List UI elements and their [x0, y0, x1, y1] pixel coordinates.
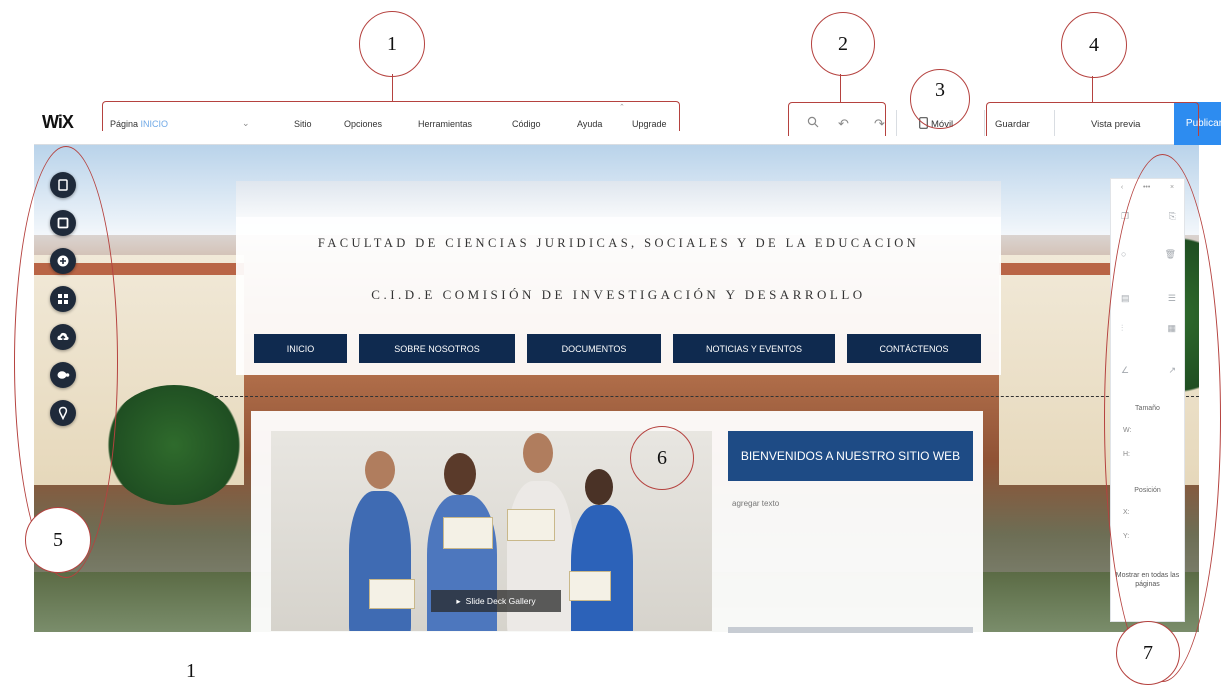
photo-head [444, 453, 476, 495]
nav-inicio[interactable]: INICIO [254, 334, 347, 363]
photo-certificate [443, 517, 493, 549]
photo-person [571, 505, 633, 631]
divider [984, 110, 985, 136]
callout-6: 6 [630, 426, 694, 490]
gallery-label-text: Slide Deck Gallery [465, 596, 536, 606]
site-nav-menu: INICIO SOBRE NOSOTROS DOCUMENTOS NOTICIA… [254, 334, 981, 363]
annotation-oval [1104, 154, 1221, 682]
callout-7: 7 [1116, 621, 1180, 685]
callout-2: 2 [811, 12, 875, 76]
photo-certificate [507, 509, 555, 541]
add-text-placeholder[interactable]: agregar texto [732, 499, 779, 508]
site-title[interactable]: FACULTAD DE CIENCIAS JURIDICAS, SOCIALES… [236, 235, 1001, 251]
header-guideline[interactable] [215, 396, 1199, 397]
gallery-icon: ▸ [456, 595, 461, 606]
content-section[interactable]: ▸ Slide Deck Gallery BIENVENIDOS A NUEST… [251, 411, 983, 633]
annotation-bracket [788, 102, 886, 136]
nav-documentos[interactable]: DOCUMENTOS [527, 334, 661, 363]
background-tree [104, 385, 244, 505]
divider [896, 110, 897, 136]
nav-contactenos[interactable]: CONTÁCTENOS [847, 334, 981, 363]
annotation-bracket [986, 102, 1199, 136]
welcome-heading[interactable]: BIENVENIDOS A NUESTRO SITIO WEB [728, 431, 973, 481]
callout-5: 5 [25, 507, 91, 573]
annotation-stem [392, 74, 393, 102]
photo-head [523, 433, 553, 473]
site-header[interactable]: FACULTAD DE CIENCIAS JURIDICAS, SOCIALES… [236, 181, 1001, 375]
callout-1: 1 [359, 11, 425, 77]
nav-noticias-y-eventos[interactable]: NOTICIAS Y EVENTOS [673, 334, 835, 363]
callout-3: 3 [910, 69, 970, 129]
annotation-bracket [102, 101, 680, 131]
wix-logo: WiX [42, 112, 74, 132]
photo-certificate [369, 579, 415, 609]
callout-4: 4 [1061, 12, 1127, 78]
site-subtitle[interactable]: C.I.D.E COMISIÓN DE INVESTIGACIÓN Y DESA… [236, 287, 1001, 303]
figure: WiX Página INICIO ⌄ Sitio Opciones Herra… [0, 0, 1221, 686]
annotation-stem [1092, 76, 1093, 102]
annotation-stem [840, 74, 841, 102]
header-band [236, 181, 1001, 217]
photo-certificate [569, 571, 611, 601]
photo-head [585, 469, 613, 505]
content-strip [728, 627, 973, 633]
photo-person [349, 491, 411, 631]
gallery-label[interactable]: ▸ Slide Deck Gallery [431, 590, 561, 612]
figure-number: 1 [186, 660, 196, 682]
photo-head [365, 451, 395, 489]
nav-sobre-nosotros[interactable]: SOBRE NOSOTROS [359, 334, 515, 363]
back-icon[interactable]: ‹ [1121, 184, 1123, 191]
